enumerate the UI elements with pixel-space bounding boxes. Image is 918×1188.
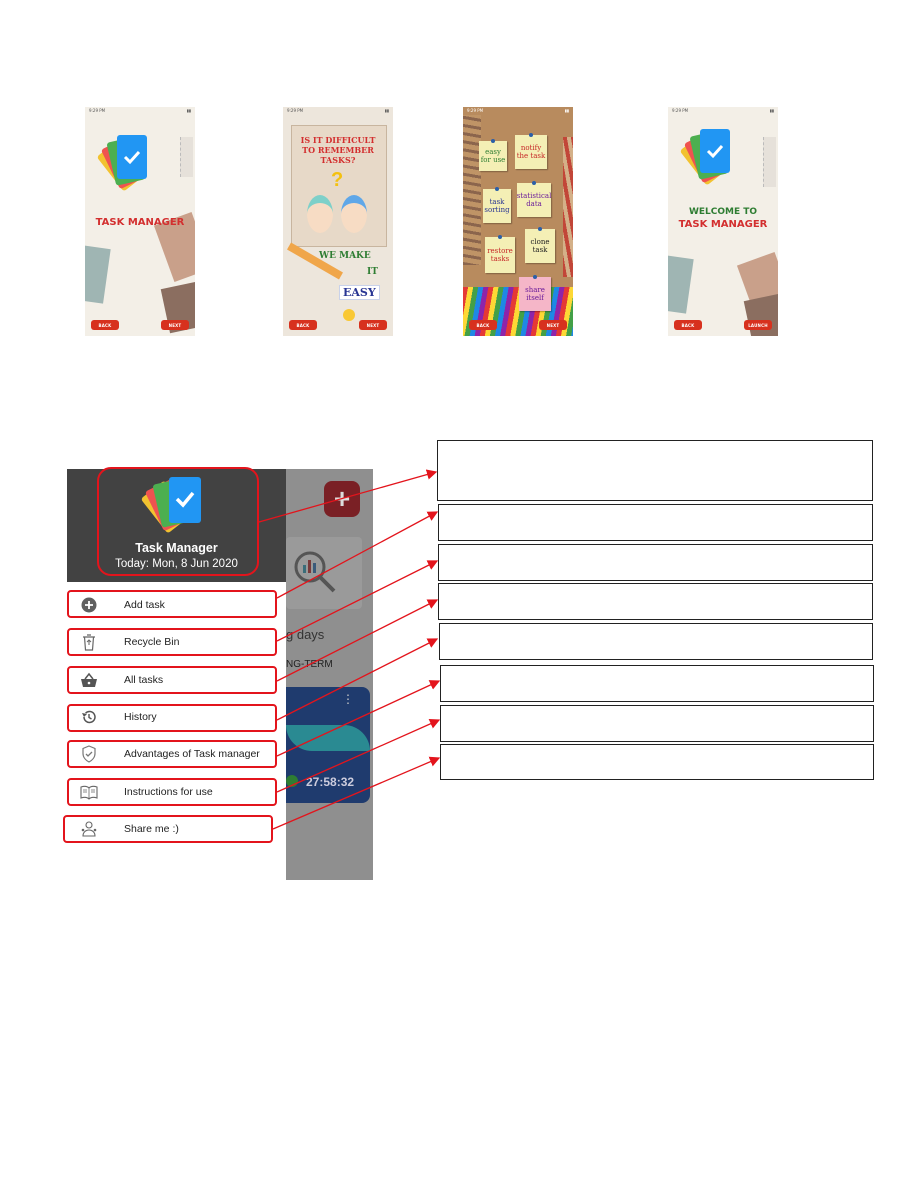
arrow-instructions [276, 718, 441, 793]
arrow-all-tasks [276, 599, 439, 682]
arrow-history [276, 638, 439, 721]
arrow-header [258, 469, 438, 523]
arrow-add-task [276, 511, 439, 599]
arrow-share [272, 756, 441, 830]
arrow-recycle-bin [276, 560, 439, 642]
arrow-advantages [276, 680, 441, 757]
callout-arrows [258, 469, 441, 830]
